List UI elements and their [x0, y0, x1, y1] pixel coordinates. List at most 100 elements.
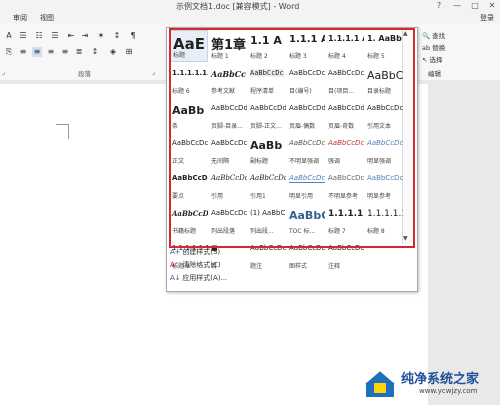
replace-button[interactable]: ab 替换 — [422, 42, 445, 52]
chinese-layout-icon[interactable]: ✶ — [96, 31, 106, 41]
multilevel-list-icon[interactable]: ☰ — [50, 31, 60, 41]
style-sample: AaBbCcDc — [289, 69, 325, 77]
style-name: 无间隔 — [211, 158, 230, 165]
increase-indent-icon[interactable]: ⇥ — [80, 31, 90, 41]
style-item[interactable]: AaBbCcDc 不明显参考 — [326, 170, 364, 202]
align-right-icon[interactable]: ≡ — [46, 47, 56, 57]
style-item[interactable]: AaBbCcDc 不明显强调 — [287, 135, 325, 167]
style-item[interactable]: AaBbCcDc 列出段落 — [209, 205, 247, 237]
gallery-scrollbar[interactable] — [402, 28, 413, 244]
paragraph-group-label: 段落 — [78, 70, 91, 78]
style-item[interactable]: AaBbCcDc 正文 — [170, 135, 208, 167]
style-sample: AaBbCcDc — [211, 139, 247, 147]
style-item[interactable]: AaBb 副标题 — [248, 135, 286, 167]
borders-icon[interactable]: ⊞ — [124, 47, 134, 57]
style-item[interactable]: AaBbCcDc 题注 — [248, 240, 286, 272]
style-item[interactable]: 1.1.1.1.1. 标题 8 — [365, 205, 403, 237]
style-item[interactable]: AaBbCcDc 目(编号) — [287, 65, 325, 97]
font-group-launcher-icon[interactable]: ⌟ — [2, 68, 5, 76]
style-sample: AaBbCc — [211, 69, 246, 79]
paragraph-group-launcher-icon[interactable]: ⌟ — [152, 68, 155, 76]
line-spacing-icon[interactable]: ↕ — [90, 47, 100, 57]
style-item[interactable]: 1.1.1.1.1. 标题 6 — [170, 65, 208, 97]
style-sample: AaBbCcDc — [367, 139, 403, 147]
style-item[interactable]: AaBbC TOC 标... — [287, 205, 325, 237]
style-item[interactable]: (1) AaBbC 列出段... — [248, 205, 286, 237]
style-item[interactable]: 1.1.1.1.1. 标题 7 — [326, 205, 364, 237]
distributed-icon[interactable]: ≣ — [74, 47, 84, 57]
style-item[interactable]: AaBb 条 — [170, 100, 208, 132]
style-sample: AaBb — [250, 139, 283, 152]
style-item[interactable]: 1. AaBb 标题 5 — [365, 30, 403, 62]
style-sample: AaBbC — [367, 69, 403, 82]
style-item[interactable]: AaBbCcDc 程序清单 — [248, 65, 286, 97]
style-item[interactable]: AaBbCcDc 注释 — [326, 240, 364, 272]
style-item[interactable]: AaBbCcDc 书籍标题 — [170, 205, 208, 237]
style-item[interactable]: 1.1 A 标题 2 — [248, 30, 286, 62]
scroll-up-icon[interactable]: ▲ — [403, 30, 408, 37]
highlight-icon[interactable]: ⎘ — [4, 47, 14, 57]
style-item[interactable]: AaBbC 目录标题 — [365, 65, 403, 97]
numbering-icon[interactable]: ☷ — [34, 31, 44, 41]
style-item[interactable]: AaBbCcDd 页脚-正文... — [248, 100, 286, 132]
style-item[interactable]: AaBbCcDd 页眉-奇数 — [326, 100, 364, 132]
style-item[interactable]: AaBbCc 参考文献 — [209, 65, 247, 97]
create-style-command[interactable]: A+ 创建样式(S) — [170, 247, 220, 259]
style-item[interactable]: AaE 标题 — [170, 30, 208, 62]
margin-corner-mark — [56, 124, 69, 139]
decrease-indent-icon[interactable]: ⇤ — [66, 31, 76, 41]
login-link[interactable]: 登录 — [480, 13, 494, 23]
help-icon[interactable]: ? — [432, 0, 446, 12]
style-item[interactable]: AaBbCcDc 引用1 — [248, 170, 286, 202]
select-button[interactable]: ↖ 选择 — [422, 54, 443, 64]
style-name: 页脚-正文... — [250, 123, 282, 130]
style-sample: AaBbCcDc — [328, 139, 364, 147]
style-name: 图样式 — [289, 263, 308, 270]
show-marks-icon[interactable]: ¶ — [128, 31, 138, 41]
style-item[interactable]: AaBbCcDd 页眉-偶数 — [287, 100, 325, 132]
style-item[interactable]: AaBbCcDd 页脚-目录... — [209, 100, 247, 132]
style-sample: 1.1.1.1 A — [328, 34, 364, 43]
style-item[interactable]: AaBbCcDc 图样式 — [287, 240, 325, 272]
style-name: 页眉-偶数 — [289, 123, 316, 130]
align-left-icon[interactable]: ≡ — [18, 47, 28, 57]
style-item[interactable]: AaBbCcDc 明显参考 — [365, 170, 403, 202]
watermark-url: www.ycwjzy.com — [419, 387, 478, 395]
close-button[interactable]: ✕ — [485, 0, 499, 12]
style-item[interactable]: AaBbCcDc 引用文本 — [365, 100, 403, 132]
style-item[interactable]: 1.1.1.1 A 标题 4 — [326, 30, 364, 62]
style-sample: 1. AaBb — [367, 34, 402, 43]
apply-style-command[interactable]: A↓ 应用样式(A)... — [170, 273, 227, 285]
find-button[interactable]: 🔍 查找 — [422, 30, 445, 40]
style-item[interactable]: AaBbCcDc 明显强调 — [365, 135, 403, 167]
clear-formatting-command[interactable]: A⁄ 清除格式(C) — [170, 260, 221, 272]
maximize-button[interactable]: □ — [468, 0, 482, 12]
style-name: 标题 3 — [289, 53, 307, 60]
bullets-icon[interactable]: ☰ — [18, 31, 28, 41]
style-item[interactable]: AaBbCcDc 无间隔 — [209, 135, 247, 167]
style-item[interactable]: AaBbCcDd 要点 — [170, 170, 208, 202]
style-sample: AaBbCcDc — [328, 244, 364, 252]
style-item[interactable]: 1.1.1 A 标题 3 — [287, 30, 325, 62]
style-item[interactable]: AaBbCcDc 引用 — [209, 170, 247, 202]
style-name: 明显引用 — [289, 193, 314, 200]
style-item[interactable]: AaBbCcDc 明显引用 — [287, 170, 325, 202]
justify-icon[interactable]: ≡ — [60, 47, 70, 57]
scroll-down-icon[interactable]: ▼ — [403, 235, 408, 242]
style-sample: AaBbCcDd — [250, 104, 286, 112]
style-name: 注释 — [328, 263, 341, 270]
style-item[interactable]: 第1章 标题 1 — [209, 30, 247, 62]
tab-view[interactable]: 视图 — [40, 13, 54, 23]
style-sample: AaBbCcDc — [367, 104, 403, 112]
style-sample: AaBbCcDc — [250, 174, 286, 182]
minimize-button[interactable]: — — [450, 0, 464, 12]
align-center-icon[interactable]: ≡ — [32, 47, 42, 57]
style-item[interactable]: AaBbCcDc 强调 — [326, 135, 364, 167]
font-icon[interactable]: A — [4, 31, 14, 41]
shading-icon[interactable]: ◈ — [108, 47, 118, 57]
tab-review[interactable]: 审阅 — [13, 13, 27, 23]
style-sample: AaBbCcDc — [172, 139, 208, 147]
style-item[interactable]: AaBbCcDc 目(项目... — [326, 65, 364, 97]
sort-icon[interactable]: ↕ — [112, 31, 122, 41]
style-name: 不明显强调 — [289, 158, 320, 165]
